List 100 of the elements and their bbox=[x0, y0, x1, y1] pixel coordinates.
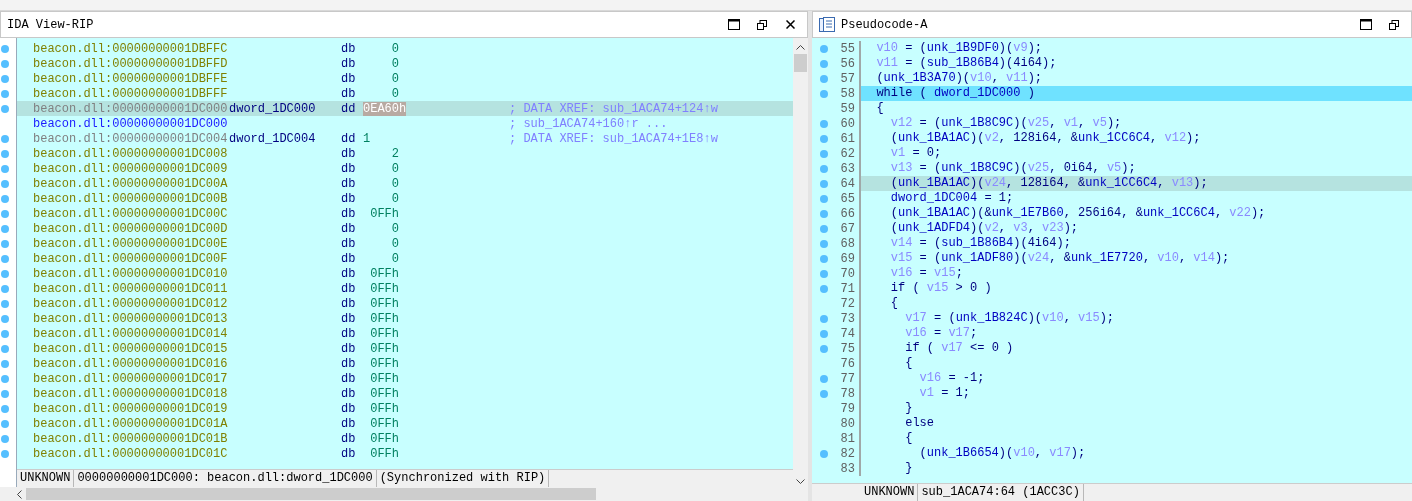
listing-row[interactable]: beacon.dll:00000000001DBFFC db 0 bbox=[17, 41, 793, 56]
panel-title: IDA View-RIP bbox=[7, 17, 95, 32]
code-line: v11 = (sub_1B86B4)(4i64); bbox=[875, 56, 1058, 71]
mnemonic-text: db bbox=[341, 416, 356, 431]
listing-row[interactable]: beacon.dll:00000000001DC00E db 0 bbox=[17, 236, 793, 251]
listing-row[interactable]: beacon.dll:00000000001DC008 db 2 bbox=[17, 146, 793, 161]
line-number: 61 bbox=[840, 131, 856, 146]
listing-row[interactable]: beacon.dll:00000000001DC000dword_1DC000 dd 0EA60h ; DATA XREF: sub_1ACA74+124↑w bbox=[17, 101, 793, 116]
restore-icon bbox=[1389, 19, 1399, 30]
code-line: (unk_1ADFD4)(v2, v3, v23); bbox=[889, 221, 1080, 236]
listing-row[interactable]: beacon.dll:00000000001DBFFD db 0 bbox=[17, 56, 793, 71]
listing-row[interactable]: beacon.dll:00000000001DC019 db 0FFh bbox=[17, 401, 793, 416]
restore-icon bbox=[757, 19, 767, 30]
code-line: v15 = (unk_1ADF80)(v24, &unk_1E7720, v10, v14); bbox=[889, 251, 1231, 266]
scrollbar-thumb[interactable] bbox=[794, 54, 807, 72]
listing-row[interactable]: beacon.dll:00000000001DC016 db 0FFh bbox=[17, 356, 793, 371]
mnemonic-text: db bbox=[341, 341, 356, 356]
listing-row[interactable]: beacon.dll:00000000001DBFFE db 0 bbox=[17, 71, 793, 86]
scroll-left-icon bbox=[16, 489, 22, 499]
line-number: 77 bbox=[840, 371, 856, 386]
mnemonic-text: db bbox=[341, 206, 356, 221]
code-line: } bbox=[904, 401, 914, 416]
operand-text: 0FFh bbox=[370, 281, 399, 296]
address-text: beacon.dll:00000000001DC004 bbox=[33, 131, 229, 146]
listing-row[interactable]: beacon.dll:00000000001DC010 db 0FFh bbox=[17, 266, 793, 281]
code-line: v13 = (unk_1B8C9C)(v25, 0i64, v5); bbox=[889, 161, 1137, 176]
mnemonic-text: db bbox=[341, 281, 356, 296]
address-text: beacon.dll:00000000001DC010 bbox=[33, 266, 229, 281]
line-number: 82 bbox=[840, 446, 856, 461]
label-text: dword_1DC000 bbox=[229, 101, 316, 116]
mnemonic-text: db bbox=[341, 401, 356, 416]
listing-row[interactable]: beacon.dll:00000000001DC01B db 0FFh bbox=[17, 431, 793, 446]
listing-row[interactable]: beacon.dll:00000000001DC014 db 0FFh bbox=[17, 326, 793, 341]
code-line: v16 = -1; bbox=[918, 371, 986, 386]
mnemonic-text: db bbox=[341, 41, 356, 56]
listing-row[interactable]: beacon.dll:00000000001DC01A db 0FFh bbox=[17, 416, 793, 431]
mnemonic-text: db bbox=[341, 56, 356, 71]
listing-row[interactable]: beacon.dll:00000000001DC018 db 0FFh bbox=[17, 386, 793, 401]
line-number: 63 bbox=[840, 161, 856, 176]
label-text: dword_1DC004 bbox=[229, 131, 316, 146]
address-text: beacon.dll:00000000001DC01B bbox=[33, 431, 229, 446]
operand-text: 0 bbox=[391, 191, 399, 206]
listing-row[interactable]: beacon.dll:00000000001DC00F db 0 bbox=[17, 251, 793, 266]
mnemonic-text: db bbox=[341, 326, 356, 341]
status-text: sub_1ACA74:64 (1ACC3C) bbox=[918, 484, 1084, 501]
line-number: 55 bbox=[840, 41, 856, 56]
operand-text: 0FFh bbox=[370, 266, 399, 281]
xref-comment: ; sub_1ACA74+160↑r ... bbox=[509, 116, 668, 131]
address-text: beacon.dll:00000000001DBFFE bbox=[33, 71, 229, 86]
address-text: beacon.dll:00000000001DC01C bbox=[33, 446, 229, 461]
vertical-scrollbar[interactable] bbox=[793, 38, 808, 487]
listing-row[interactable]: beacon.dll:00000000001DC00A db 0 bbox=[17, 176, 793, 191]
code-line: } bbox=[904, 461, 914, 476]
mnemonic-text: db bbox=[341, 371, 356, 386]
mnemonic-text: db bbox=[341, 296, 356, 311]
line-number: 68 bbox=[840, 236, 856, 251]
listing-row[interactable]: beacon.dll:00000000001DC011 db 0FFh bbox=[17, 281, 793, 296]
line-number: 66 bbox=[840, 206, 856, 221]
listing-row[interactable]: beacon.dll:00000000001DC00B db 0 bbox=[17, 191, 793, 206]
line-number: 79 bbox=[840, 401, 856, 416]
listing-row[interactable]: beacon.dll:00000000001DC012 db 0FFh bbox=[17, 296, 793, 311]
line-number: 80 bbox=[840, 416, 856, 431]
listing-row[interactable]: beacon.dll:00000000001DC015 db 0FFh bbox=[17, 341, 793, 356]
listing-row[interactable]: beacon.dll:00000000001DC009 db 0 bbox=[17, 161, 793, 176]
operand-text: 0FFh bbox=[370, 371, 399, 386]
operand-text: 0 bbox=[391, 56, 399, 71]
line-number: 67 bbox=[840, 221, 856, 236]
mnemonic-text: dd bbox=[341, 101, 356, 116]
operand-text: 0EA60h bbox=[363, 101, 407, 116]
operand-text: 0FFh bbox=[370, 386, 399, 401]
listing-row[interactable]: beacon.dll:00000000001DC01C db 0FFh bbox=[17, 446, 793, 461]
code-line: v1 = 1; bbox=[918, 386, 972, 401]
operand-text: 0 bbox=[391, 86, 399, 101]
mnemonic-text: db bbox=[341, 236, 356, 251]
code-line: v12 = (unk_1B8C9C)(v25, v1, v5); bbox=[889, 116, 1123, 131]
operand-text: 0FFh bbox=[370, 326, 399, 341]
operand-text: 0 bbox=[391, 176, 399, 191]
operand-text: 0FFh bbox=[370, 401, 399, 416]
listing-row[interactable]: beacon.dll:00000000001DC004dword_1DC004 dd 1 ; DATA XREF: sub_1ACA74+1E8↑w bbox=[17, 131, 793, 146]
line-number: 69 bbox=[840, 251, 856, 266]
listing-row[interactable]: beacon.dll:00000000001DC017 db 0FFh bbox=[17, 371, 793, 386]
listing-row[interactable]: beacon.dll:00000000001DBFFF db 0 bbox=[17, 86, 793, 101]
scroll-up-icon bbox=[796, 44, 805, 50]
address-text: beacon.dll:00000000001DC000 bbox=[33, 101, 229, 116]
listing-row[interactable]: beacon.dll:00000000001DC013 db 0FFh bbox=[17, 311, 793, 326]
code-line: (unk_1BA1AC)(&unk_1E7B60, 256i64, &unk_1CC6C4, v22); bbox=[889, 206, 1267, 221]
line-number: 57 bbox=[840, 71, 856, 86]
operand-text: 0 bbox=[391, 71, 399, 86]
address-text: beacon.dll:00000000001DC008 bbox=[33, 146, 229, 161]
listing-row[interactable]: beacon.dll:00000000001DC00C db 0FFh bbox=[17, 206, 793, 221]
code-line: v10 = (unk_1B9DF0)(v9); bbox=[875, 41, 1044, 56]
scrollbar-thumb[interactable] bbox=[26, 488, 596, 500]
address-text: beacon.dll:00000000001DC013 bbox=[33, 311, 229, 326]
listing-row[interactable]: beacon.dll:00000000001DC000 ; sub_1ACA74+160↑r ... bbox=[17, 116, 793, 131]
address-text: beacon.dll:00000000001DBFFD bbox=[33, 56, 229, 71]
line-number: 56 bbox=[840, 56, 856, 71]
operand-text: 0FFh bbox=[370, 341, 399, 356]
mnemonic-text: db bbox=[341, 266, 356, 281]
listing-row[interactable]: beacon.dll:00000000001DC00D db 0 bbox=[17, 221, 793, 236]
horizontal-scrollbar[interactable] bbox=[0, 487, 808, 501]
